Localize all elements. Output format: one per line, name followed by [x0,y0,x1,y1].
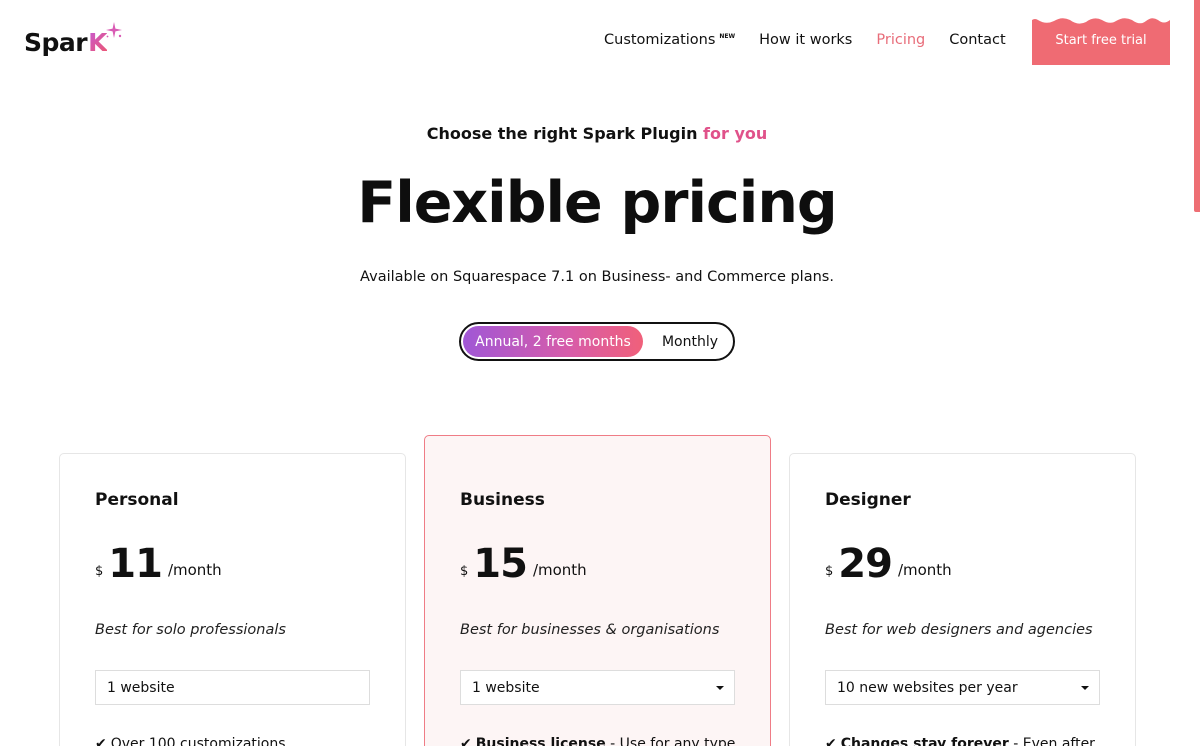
website-count-select[interactable]: 10 new websites per year [825,670,1100,705]
nav-item-customizations[interactable]: Customizations NEW [604,32,735,48]
main-nav: Customizations NEW How it works Pricing … [604,31,1006,49]
website-count-value: 1 website [472,679,540,696]
pricing-eyebrow: Choose the right Spark Plugin for you [0,124,1194,143]
check-icon: ✔ [460,736,472,746]
plan-name: Business [460,490,545,510]
nav-item-how-it-works[interactable]: How it works [759,32,852,48]
feature-text: - Use for any type [605,736,736,746]
scrollbar-thumb[interactable] [1194,0,1200,212]
eyebrow-text: Choose the right Spark Plugin [426,124,698,143]
price-period: /month [532,561,587,579]
site-header: Spar K Customizations NEW How it works P… [0,0,1200,80]
spark-logo[interactable]: Spar K [24,22,122,58]
check-icon: ✔ [95,736,107,746]
price-currency: $ [825,564,834,579]
website-count-field[interactable]: 1 website [95,670,370,705]
nav-item-label: How it works [759,32,853,48]
price-amount: 11 [108,541,163,587]
feature-bold: Business license [475,736,606,746]
plan-feature: ✔ Business license - Use for any type [460,736,735,746]
caret-down-icon [1081,686,1089,690]
new-badge: NEW [719,33,736,40]
plan-name: Personal [95,490,179,510]
billing-option-monthly[interactable]: Monthly [647,326,733,357]
drip-decoration [1032,16,1170,24]
billing-toggle: Annual, 2 free months Monthly [459,322,735,361]
check-icon: ✔ [825,736,837,746]
plan-feature: ✔ Over 100 customizations [95,736,286,746]
billing-option-annual[interactable]: Annual, 2 free months [463,326,643,357]
nav-item-label: Contact [949,32,1006,48]
cta-label: Start free trial [1055,33,1147,48]
plan-name: Designer [825,490,911,510]
website-count-value: 10 new websites per year [837,679,1018,696]
plan-card-personal: Personal $ 11 /month Best for solo profe… [59,453,406,746]
plan-description: Best for web designers and agencies [825,622,1093,638]
nav-item-label: Pricing [876,32,926,48]
feature-bold: Changes stay forever [840,736,1009,746]
plan-card-business: Business $ 15 /month Best for businesses… [424,435,771,746]
nav-item-contact[interactable]: Contact [949,32,1005,48]
nav-item-label: Customizations [604,32,716,48]
plan-description: Best for solo professionals [95,622,286,638]
feature-text: - Even after [1008,736,1095,746]
plan-price: $ 29 /month [825,542,952,586]
start-free-trial-button[interactable]: Start free trial [1032,16,1170,65]
website-count-value: 1 website [107,679,175,696]
page-title: Flexible pricing [357,170,837,236]
availability-note: Available on Squarespace 7.1 on Business… [360,269,834,285]
price-amount: 29 [838,541,893,587]
plan-feature: ✔ Changes stay forever - Even after [825,736,1095,746]
plan-description: Best for businesses & organisations [460,622,720,638]
plan-price: $ 11 /month [95,542,222,586]
price-currency: $ [95,564,104,579]
sparkle-icon [106,22,122,38]
eyebrow-accent: for you [703,124,768,143]
nav-item-pricing[interactable]: Pricing [876,32,925,48]
feature-text: Over 100 customizations [110,736,286,746]
logo-accent-letter: K [88,27,108,57]
price-period: /month [167,561,222,579]
price-currency: $ [460,564,469,579]
website-count-select[interactable]: 1 website [460,670,735,705]
logo-wordmark: Spar [24,27,88,57]
price-amount: 15 [473,541,528,587]
plan-price: $ 15 /month [460,542,587,586]
price-period: /month [897,561,952,579]
caret-down-icon [716,686,724,690]
plan-card-designer: Designer $ 29 /month Best for web design… [789,453,1136,746]
